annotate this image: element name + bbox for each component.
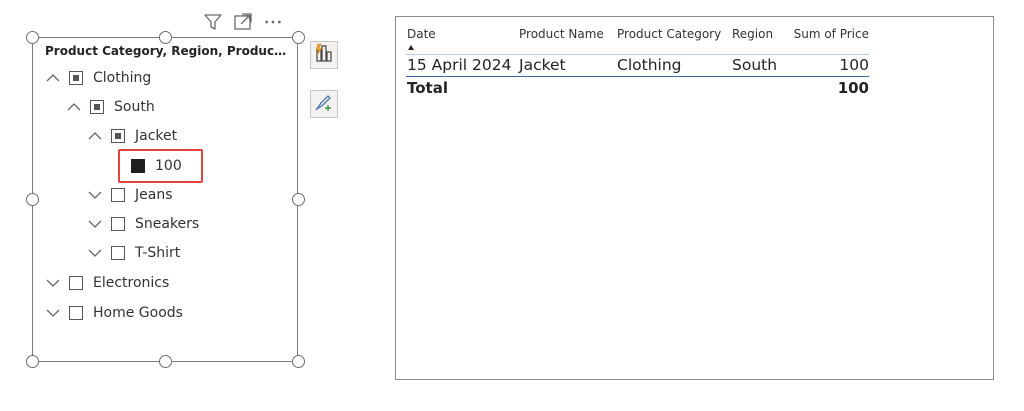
checkbox-unchecked[interactable] bbox=[111, 188, 125, 202]
chevron-down-icon[interactable] bbox=[87, 245, 103, 261]
tree-item-jeans[interactable]: Jeans bbox=[87, 184, 173, 206]
format-visual-button[interactable] bbox=[310, 90, 338, 118]
checkbox-unchecked[interactable] bbox=[69, 306, 83, 320]
header-label: Date bbox=[407, 27, 436, 41]
tree-item-label: Jacket bbox=[135, 128, 178, 144]
resize-handle-top[interactable] bbox=[159, 31, 172, 44]
slicer-visual-header-toolbar bbox=[203, 11, 298, 33]
chevron-up-icon[interactable] bbox=[45, 70, 61, 86]
checkbox-unchecked[interactable] bbox=[111, 217, 125, 231]
filter-icon[interactable] bbox=[203, 12, 223, 32]
build-visual-button[interactable] bbox=[310, 41, 338, 69]
tree-item-electronics[interactable]: Electronics bbox=[45, 272, 169, 294]
highlight-annotation-box bbox=[118, 149, 203, 183]
cell-region: South bbox=[732, 56, 778, 74]
column-header-product-name[interactable]: Product Name bbox=[519, 25, 617, 54]
table-total-row: Total 100 bbox=[406, 78, 869, 100]
cell-product-category: Clothing bbox=[617, 56, 682, 74]
slicer-header: Product Category, Region, Product... bbox=[45, 44, 290, 58]
tree-item-label: Jeans bbox=[135, 187, 173, 203]
table-visual[interactable]: Date Product Name Product Category Regio… bbox=[395, 16, 994, 380]
column-header-date[interactable]: Date bbox=[406, 25, 519, 54]
chevron-down-icon[interactable] bbox=[45, 275, 61, 291]
checkbox-unchecked[interactable] bbox=[111, 246, 125, 260]
resize-handle-top-right[interactable] bbox=[292, 31, 305, 44]
column-header-product-category[interactable]: Product Category bbox=[617, 25, 732, 54]
total-value: 100 bbox=[837, 79, 869, 97]
tree-item-label: Sneakers bbox=[135, 216, 200, 232]
tree-item-home-goods[interactable]: Home Goods bbox=[45, 302, 183, 324]
more-options-icon[interactable] bbox=[263, 12, 283, 32]
total-empty-cell bbox=[519, 78, 617, 100]
chevron-down-icon[interactable] bbox=[45, 305, 61, 321]
resize-handle-bottom-right[interactable] bbox=[292, 355, 305, 368]
checkbox-partial[interactable] bbox=[69, 71, 83, 85]
resize-handle-left[interactable] bbox=[26, 193, 39, 206]
tree-item-clothing[interactable]: Clothing bbox=[45, 67, 151, 89]
resize-handle-top-left[interactable] bbox=[26, 31, 39, 44]
tree-item-south[interactable]: South bbox=[66, 96, 155, 118]
format-visual-icon bbox=[313, 91, 335, 117]
tree-item-label: South bbox=[114, 99, 155, 115]
chevron-up-icon[interactable] bbox=[66, 99, 82, 115]
table-row[interactable]: 15 April 2024 Jacket Clothing South 100 bbox=[406, 55, 869, 77]
resize-handle-bottom[interactable] bbox=[159, 355, 172, 368]
tree-item-label: T-Shirt bbox=[135, 245, 181, 261]
table-header-row: Date Product Name Product Category Regio… bbox=[406, 25, 869, 55]
chevron-down-icon[interactable] bbox=[87, 216, 103, 232]
tree-item-label: Electronics bbox=[93, 275, 170, 291]
total-empty-cell bbox=[732, 78, 789, 100]
hierarchy-slicer[interactable]: Product Category, Region, Product... Clo… bbox=[32, 37, 298, 362]
total-label: Total bbox=[407, 79, 448, 97]
tree-item-label: Home Goods bbox=[93, 305, 183, 321]
tree-item-t-shirt[interactable]: T-Shirt bbox=[87, 242, 180, 264]
checkbox-partial[interactable] bbox=[111, 129, 125, 143]
resize-handle-bottom-left[interactable] bbox=[26, 355, 39, 368]
checkbox-unchecked[interactable] bbox=[69, 276, 83, 290]
tree-item-sneakers[interactable]: Sneakers bbox=[87, 213, 199, 235]
cell-date: 15 April 2024 bbox=[407, 56, 512, 74]
chevron-down-icon[interactable] bbox=[87, 187, 103, 203]
checkbox-partial[interactable] bbox=[90, 100, 104, 114]
focus-mode-icon[interactable] bbox=[233, 12, 253, 32]
resize-handle-right[interactable] bbox=[292, 193, 305, 206]
sort-ascending-icon bbox=[408, 45, 414, 50]
chevron-up-icon[interactable] bbox=[87, 128, 103, 144]
cell-sum-of-price: 100 bbox=[839, 56, 869, 74]
column-header-sum-of-price[interactable]: Sum of Price bbox=[789, 25, 869, 54]
total-empty-cell bbox=[617, 78, 732, 100]
tree-item-jacket[interactable]: Jacket bbox=[87, 125, 177, 147]
column-header-region[interactable]: Region bbox=[732, 25, 789, 54]
build-visual-icon bbox=[313, 42, 335, 68]
cell-product-name: Jacket bbox=[519, 56, 566, 74]
tree-item-label: Clothing bbox=[93, 70, 152, 86]
